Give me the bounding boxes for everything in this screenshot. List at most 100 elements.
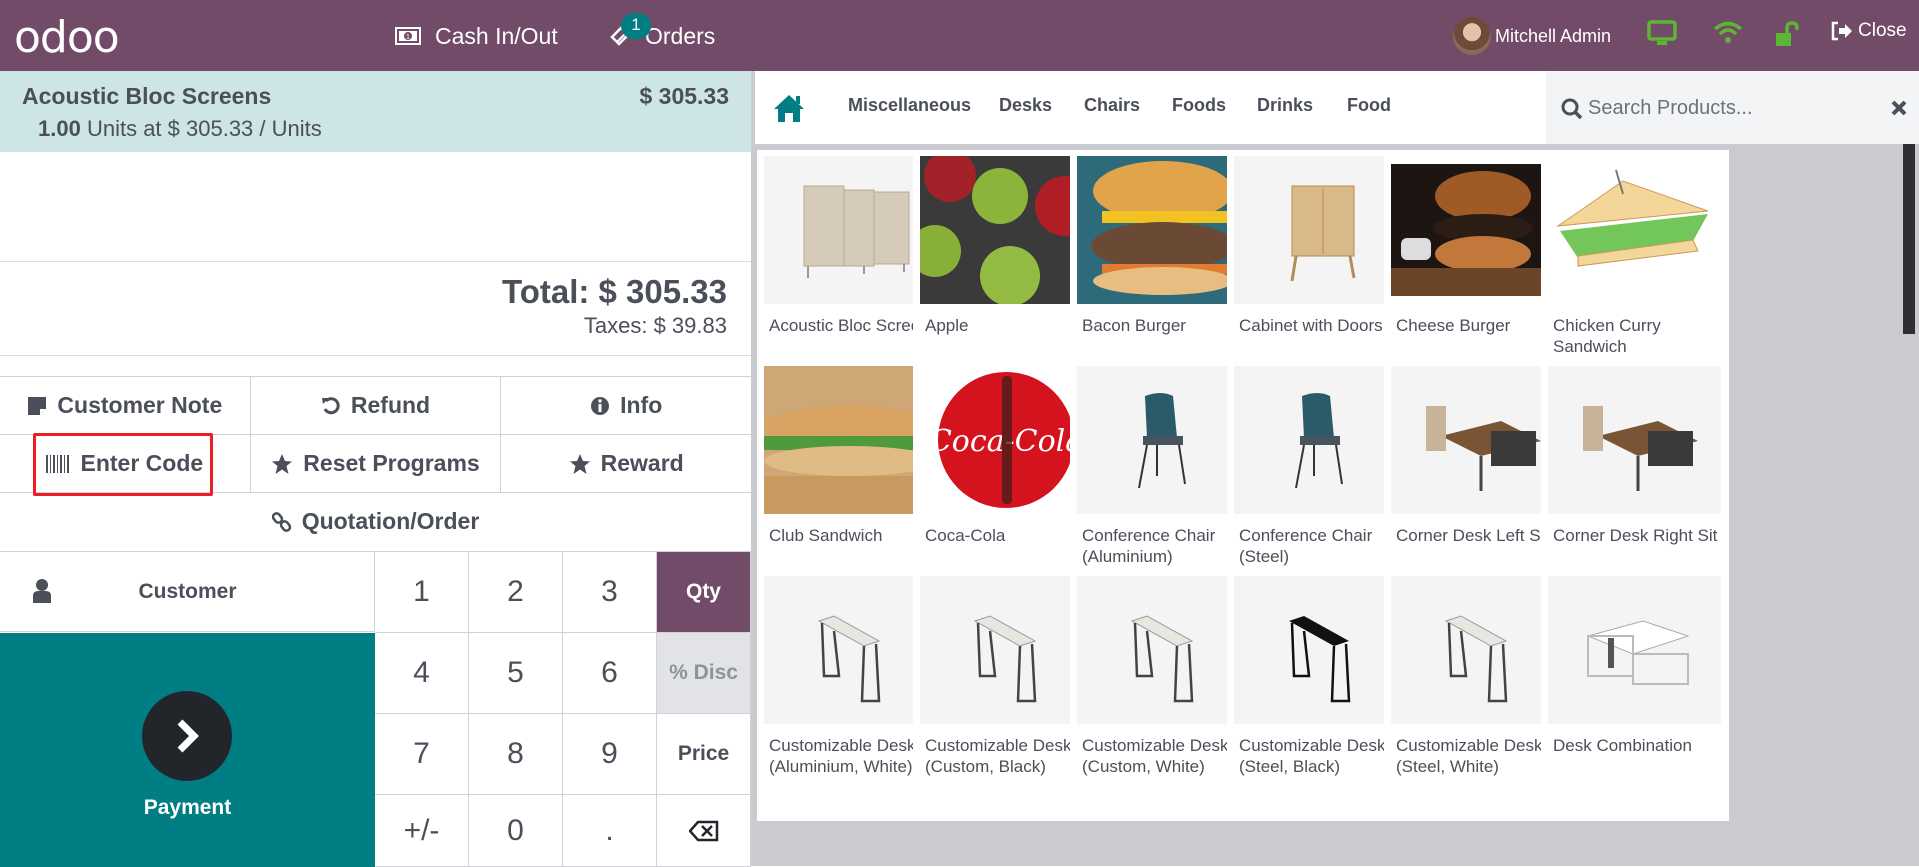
order-line-selected[interactable]: Acoustic Bloc Screens $ 305.33 1.00 Unit… (0, 71, 751, 152)
payment-button[interactable]: Payment (0, 633, 375, 867)
key-2[interactable]: 2 (469, 552, 563, 633)
product-image (1548, 576, 1721, 724)
order-line-unit: Units at $ 305.33 / Units (86, 116, 322, 141)
product-image (920, 576, 1093, 724)
search-bar (1546, 71, 1919, 144)
backspace-button[interactable] (657, 795, 751, 867)
money-icon: 1 (395, 27, 421, 45)
product-image (764, 576, 937, 724)
key-8[interactable]: 8 (469, 714, 563, 795)
divider (0, 261, 751, 262)
order-line-qty: 1.00 (38, 116, 81, 141)
customer-note-button[interactable]: Customer Note (0, 377, 251, 434)
star-icon (569, 453, 590, 474)
user-menu[interactable]: Mitchell Admin (1453, 17, 1611, 55)
sign-out-icon (1831, 21, 1852, 41)
odoo-logo: odoo (14, 12, 120, 63)
mode-price-button[interactable]: Price (657, 714, 751, 795)
category-desks[interactable]: Desks (999, 95, 1052, 116)
search-input[interactable] (1588, 93, 1848, 123)
product-image (920, 156, 1093, 304)
order-line-product: Acoustic Bloc Screens (22, 83, 272, 109)
info-icon (591, 396, 610, 415)
key-7[interactable]: 7 (375, 714, 469, 795)
numpad: 1 2 3 Qty 4 5 6 % Disc 7 8 9 Price +/- 0… (375, 552, 751, 867)
product-name: Desk Combination (1553, 736, 1692, 755)
product-scrollbar[interactable] (1901, 144, 1919, 866)
top-navbar: odoo 1 Cash In/Out Orders 1 Mitchell Adm… (0, 0, 1919, 71)
mode-qty-button[interactable]: Qty (657, 552, 751, 633)
clear-search-icon[interactable] (1891, 100, 1907, 116)
key-0[interactable]: 0 (469, 795, 563, 867)
mode-discount-button[interactable]: % Disc (657, 633, 751, 714)
reward-button[interactable]: Reward (501, 435, 751, 492)
payment-circle (142, 691, 232, 781)
scrollbar-thumb[interactable] (1903, 144, 1915, 334)
monitor-icon[interactable] (1647, 20, 1677, 46)
svg-text:1: 1 (406, 34, 410, 41)
customer-label: Customer (138, 579, 237, 603)
home-icon[interactable] (772, 93, 806, 123)
product-image (1391, 576, 1564, 724)
key-3[interactable]: 3 (563, 552, 657, 633)
orders-label: Orders (645, 22, 716, 49)
user-name: Mitchell Admin (1495, 25, 1612, 46)
avatar (1453, 17, 1491, 55)
order-taxes: Taxes: $ 39.83 (583, 313, 727, 338)
category-foods[interactable]: Foods (1172, 95, 1226, 116)
order-line-price: $ 305.33 (639, 83, 729, 109)
note-icon (28, 396, 47, 415)
product-image (1391, 156, 1564, 304)
key-plus-minus[interactable]: +/- (375, 795, 469, 867)
star-icon (272, 453, 293, 474)
payment-label: Payment (143, 796, 232, 819)
product-image (1077, 156, 1250, 304)
product-card[interactable]: Desk Combination (1541, 570, 1729, 821)
product-image (1548, 366, 1721, 514)
reward-label: Reward (600, 450, 684, 476)
product-image (1548, 156, 1721, 304)
key-decimal[interactable]: . (563, 795, 657, 867)
product-image (1234, 576, 1407, 724)
refund-label: Refund (350, 392, 431, 418)
product-name: Chicken Curry Sandwich (1553, 316, 1661, 356)
key-1[interactable]: 1 (375, 552, 469, 633)
key-5[interactable]: 5 (469, 633, 563, 714)
category-food[interactable]: Food (1347, 95, 1391, 116)
wifi-icon[interactable] (1713, 20, 1743, 46)
orders-count-badge: 1 (621, 13, 651, 39)
product-pane: Miscellaneous Desks Chairs Foods Drinks … (755, 71, 1919, 866)
cash-in-out-button[interactable]: 1 Cash In/Out (395, 18, 558, 54)
close-button[interactable]: Close (1830, 20, 1907, 42)
order-line-detail: 1.00 Units at $ 305.33 / Units (38, 116, 322, 142)
quotation-order-label: Quotation/Order (301, 508, 480, 534)
product-image (1077, 576, 1250, 724)
backspace-icon (688, 820, 718, 841)
unlock-icon[interactable] (1774, 20, 1802, 48)
product-image: Coca-Cola (920, 366, 1093, 514)
category-drinks[interactable]: Drinks (1257, 95, 1313, 116)
customer-button[interactable]: Customer (0, 552, 375, 632)
quotation-order-button[interactable]: Quotation/Order (0, 493, 751, 550)
numpad-area: Customer Payment 1 2 3 Qty 4 5 6 % Disc … (0, 551, 751, 867)
undo-icon (321, 396, 340, 414)
cash-in-out-label: Cash In/Out (435, 22, 558, 49)
customer-note-label: Customer Note (57, 392, 223, 418)
link-icon (271, 511, 291, 532)
key-6[interactable]: 6 (563, 633, 657, 714)
info-button[interactable]: Info (501, 377, 751, 434)
reset-programs-button[interactable]: Reset Programs (251, 435, 502, 492)
close-label: Close (1858, 20, 1907, 41)
product-image (764, 366, 937, 514)
reset-programs-label: Reset Programs (303, 450, 480, 476)
product-image (1077, 366, 1250, 514)
refund-button[interactable]: Refund (251, 377, 502, 434)
key-9[interactable]: 9 (563, 714, 657, 795)
info-label: Info (620, 392, 663, 418)
product-image (1391, 366, 1564, 514)
category-chairs[interactable]: Chairs (1084, 95, 1140, 116)
key-4[interactable]: 4 (375, 633, 469, 714)
product-image (1234, 366, 1407, 514)
product-name: Corner Desk Right Sit (1553, 526, 1718, 545)
category-miscellaneous[interactable]: Miscellaneous (848, 95, 971, 116)
